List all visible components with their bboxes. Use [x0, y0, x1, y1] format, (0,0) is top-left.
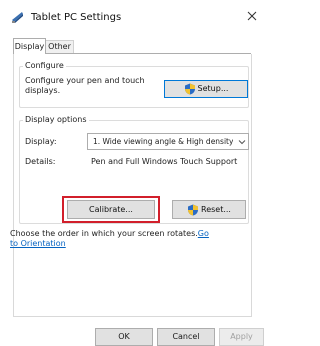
cancel-button[interactable]: Cancel [157, 328, 215, 346]
orientation-description: Choose the order in which your screen ro… [10, 229, 198, 238]
display-options-legend: Display options [23, 115, 89, 124]
calibrate-highlight-box [62, 196, 160, 223]
window-title: Tablet PC Settings [31, 12, 122, 23]
ok-button[interactable]: OK [95, 328, 153, 346]
tablet-pc-icon [12, 12, 23, 23]
orientation-text: Choose the order in which your screen ro… [10, 229, 209, 239]
configure-legend: Configure [23, 61, 66, 70]
configure-description-line2: displays. [25, 86, 61, 95]
display-label: Display: [25, 137, 57, 146]
tab-other[interactable]: Other [45, 40, 74, 53]
display-select[interactable]: 1. Wide viewing angle & High density F [87, 133, 249, 150]
setup-button-label: Setup... [197, 84, 229, 93]
display-select-value: 1. Wide viewing angle & High density F [93, 137, 233, 146]
tab-display[interactable]: Display [13, 38, 46, 54]
uac-shield-icon [184, 83, 195, 94]
details-label: Details: [25, 157, 56, 166]
orientation-link-part2[interactable]: to Orientation [10, 239, 66, 249]
uac-shield-icon [188, 204, 198, 215]
configure-description-line1: Configure your pen and touch [25, 76, 145, 85]
apply-button[interactable]: Apply [219, 328, 264, 346]
reset-button[interactable]: Reset... [172, 200, 246, 219]
close-icon[interactable] [246, 10, 258, 22]
orientation-link-part1[interactable]: Go [198, 229, 209, 238]
setup-button[interactable]: Setup... [164, 80, 248, 98]
details-value: Pen and Full Windows Touch Support [91, 157, 238, 166]
chevron-down-icon [238, 140, 246, 145]
reset-button-label: Reset... [201, 205, 231, 214]
